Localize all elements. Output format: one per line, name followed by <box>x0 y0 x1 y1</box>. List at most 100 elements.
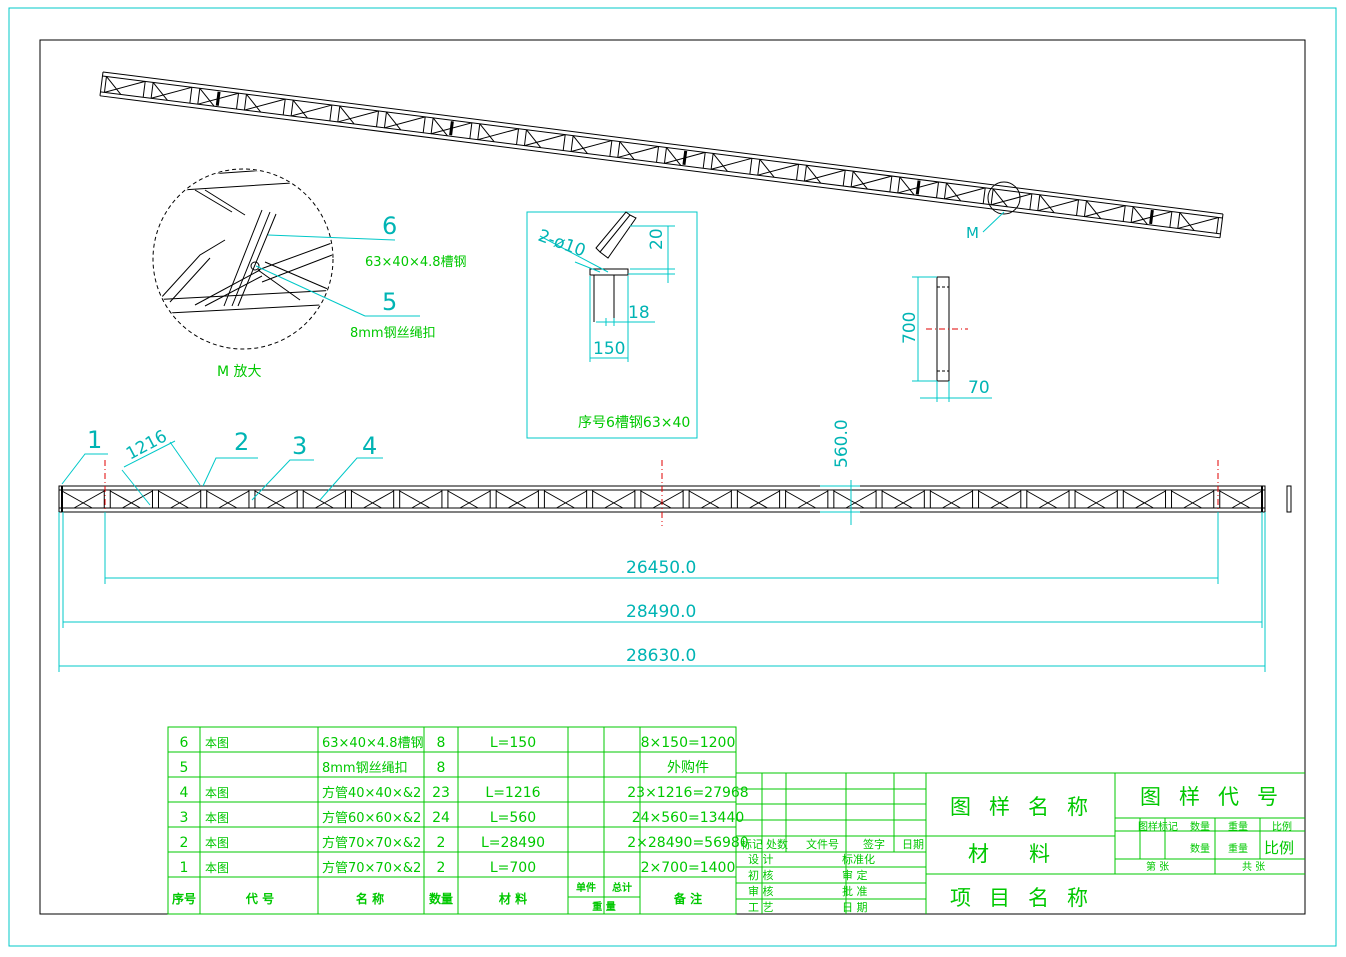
elevation-callouts: 1 2 3 4 1216 560.0 <box>61 419 860 525</box>
rev-file: 文件号 <box>806 837 839 851</box>
dim-20: 20 <box>647 228 667 250</box>
bom-header-name: 名 称 <box>356 891 384 906</box>
dim-150: 150 <box>593 339 625 359</box>
bom-cell-name: 方管70×70×&2 <box>322 835 421 851</box>
bom-cell-code: 本图 <box>205 811 229 825</box>
bom-cell-code: 本图 <box>205 861 229 875</box>
bom-cell-qty: 24 <box>432 810 450 826</box>
bom-header-material: 材 料 <box>498 891 527 906</box>
bom-cell-name: 63×40×4.8槽钢 <box>322 736 424 751</box>
callout-5-number: 5 <box>382 288 397 316</box>
bom-cell-qty: 2 <box>437 860 446 876</box>
bom-cell-name: 8mm钢丝绳扣 <box>322 761 408 776</box>
total-sheets-label: 共 张 <box>1242 861 1265 873</box>
bom-cell-note: 24×560=13440 <box>632 810 745 826</box>
quantity-label-2: 数量 <box>1190 842 1210 855</box>
bom-header-no: 序号 <box>172 891 196 906</box>
bom-header-unit: 单件 <box>576 881 596 894</box>
review-label: 审 核 <box>748 884 774 898</box>
panel-dim: 1216 <box>123 426 171 464</box>
bom-cell-qty: 23 <box>432 785 450 801</box>
drawing-mark: 图样标记 <box>1138 820 1178 833</box>
bom-header-qty: 数量 <box>429 891 453 906</box>
detail-m: 6 63×40×4.8槽钢 5 8mm钢丝绳扣 M 放大 <box>152 168 467 380</box>
bom-cell-no: 5 <box>180 760 189 776</box>
weight-label-2: 重量 <box>1228 842 1248 855</box>
bom-cell-code: 本图 <box>205 836 229 850</box>
audit-label: 审 定 <box>842 868 868 882</box>
process-label: 工 艺 <box>748 901 774 914</box>
bom-header-note: 备 注 <box>673 891 702 906</box>
bom-cell-qty: 8 <box>437 735 446 751</box>
channel-caption: 序号6槽钢63×40 <box>578 415 690 431</box>
dim-26450: 26450.0 <box>626 558 696 578</box>
rev-date: 日期 <box>902 838 924 851</box>
callout-1: 1 <box>87 426 102 454</box>
hole-label: 2-ø10 <box>535 226 588 262</box>
bom-cell-material: L=1216 <box>485 785 540 801</box>
bom-cell-note: 23×1216=27968 <box>627 785 748 801</box>
bom-cell-no: 2 <box>180 835 189 851</box>
rev-count: 处数 <box>766 838 788 851</box>
bom-cell-note: 外购件 <box>667 760 709 776</box>
detail-title: M 放大 <box>217 364 262 380</box>
scale-label-2: 比例 <box>1264 839 1294 857</box>
quantity-label: 数量 <box>1190 820 1210 833</box>
standard-label: 标准化 <box>842 852 875 866</box>
callout-m: M <box>966 224 979 242</box>
cad-drawing: M 6 63×40×4.8槽钢 5 8mm钢丝绳扣 M 放大 2-ø10 20 <box>8 7 1337 947</box>
weight-label: 重量 <box>1228 820 1248 833</box>
bom-cell-code: 本图 <box>205 736 229 750</box>
drawing-name: 图样名称 <box>950 795 1106 819</box>
channel-detail: 2-ø10 20 18 150 序号6槽钢63×40 <box>526 211 698 439</box>
end-view: 700 70 <box>900 276 992 402</box>
bom-table: 6 本图 63×40×4.8槽钢 8 L=150 8×150=1200 5 8mm钢丝绳扣 8 外… <box>167 726 749 915</box>
callout-4: 4 <box>362 432 377 460</box>
callout-3: 3 <box>292 432 307 460</box>
draft-label: 初 核 <box>748 868 774 882</box>
drawing-code: 图样代号 <box>1140 785 1296 809</box>
date-label: 日 期 <box>842 901 868 914</box>
rev-mark: 标记 <box>741 837 763 851</box>
dim-70: 70 <box>968 378 990 398</box>
bom-cell-note: 2×700=1400 <box>641 860 736 876</box>
inclined-truss <box>99 71 1224 239</box>
bom-cell-name: 方管70×70×&2 <box>322 860 421 876</box>
bom-cell-material: L=150 <box>490 735 536 751</box>
elevation-truss <box>58 460 1266 526</box>
callout-5-text: 8mm钢丝绳扣 <box>350 326 436 341</box>
project-name: 项目名称 <box>950 886 1106 910</box>
bom-cell-material: L=28490 <box>481 835 545 851</box>
bom-cell-name: 方管40×40×&2 <box>322 785 421 801</box>
bom-cell-note: 2×28490=56980 <box>627 835 748 851</box>
bom-header-total: 总计 <box>612 881 632 894</box>
scale-label: 比例 <box>1272 820 1292 833</box>
material-title: 材料 <box>968 842 1090 866</box>
dim-18: 18 <box>628 303 650 323</box>
dim-700: 700 <box>900 312 920 344</box>
sheet-label: 第 张 <box>1146 860 1169 873</box>
bom-cell-material: L=700 <box>490 860 536 876</box>
design-label: 设 计 <box>748 853 774 866</box>
bom-cell-material: L=560 <box>490 810 536 826</box>
bom-cell-qty: 2 <box>437 835 446 851</box>
bom-cell-no: 3 <box>180 810 189 826</box>
dim-28630: 28630.0 <box>626 646 696 666</box>
bom-cell-qty: 8 <box>437 760 446 776</box>
bom-cell-no: 1 <box>180 860 189 876</box>
dim-28490: 28490.0 <box>626 602 696 622</box>
bom-cell-no: 6 <box>180 735 189 751</box>
callout-6-number: 6 <box>382 212 397 240</box>
bom-cell-code: 本图 <box>205 786 229 800</box>
bom-cell-note: 8×150=1200 <box>641 735 736 751</box>
bom-header-code: 代 号 <box>245 891 274 906</box>
callout-2: 2 <box>234 428 249 456</box>
bom-cell-name: 方管60×60×&2 <box>322 810 421 826</box>
bom-header-weight: 重 量 <box>592 900 615 913</box>
title-block: 标记 处数 文件号 签字 日期 设 计 初 核 审 核 工 艺 标准化 审 定 … <box>736 772 1305 914</box>
approve-label: 批 准 <box>842 884 868 898</box>
height-dim: 560.0 <box>832 419 852 468</box>
callout-6-text: 63×40×4.8槽钢 <box>365 255 467 270</box>
overall-dimensions: 26450.0 28490.0 28630.0 <box>58 512 1266 672</box>
bom-cell-no: 4 <box>180 785 189 801</box>
